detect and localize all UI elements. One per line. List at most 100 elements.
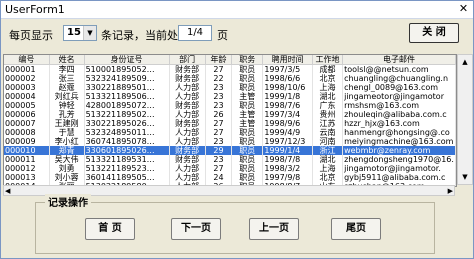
prev-page-button[interactable]: 上一页 [249,218,299,240]
table-cell: 330221895026… [84,119,170,128]
table-cell: 27 [205,64,233,74]
table-cell: 1997/12/3 [262,137,314,146]
close-button[interactable]: 关 闭 [409,23,459,43]
table-cell: 贵州 [312,110,344,119]
table-row[interactable]: 000012 刘勇 513221189523… 人力部 27 职员 1998/3/2 上海 ji… [4,164,456,173]
table-cell: 23 [205,92,233,101]
table-cell: 广东 [312,101,344,110]
table-cell: hanmengr@hongsing@.co [342,128,456,137]
employee-list[interactable]: 编号 姓名 身份证号 部门 年龄 职务 聘用时间 工作地 电子邮件 000001 李四 510001… [3,54,457,187]
page-suffix-label: 页 [217,29,228,42]
table-cell: zhengdongsheng1970@16. [342,155,456,164]
table-row[interactable]: 000013 刘小蓉 360141189505… 人力部 24 职员 1997/9/8 北京 g… [4,173,456,182]
table-cell: 河南 [312,137,344,146]
scroll-up-icon[interactable]: ▲ [459,56,471,68]
table-cell: 张三 [49,74,85,83]
table-cell: gybj5911@alibaba.com.c [342,173,456,182]
table-cell: 财务部 [169,64,206,74]
table-cell: 27 [205,164,233,173]
table-cell: 1997/3/5 [262,64,314,74]
window-title: UserForm1 [5,3,65,16]
window-close-icon[interactable]: ✕ [456,2,471,16]
table-cell: 532324189509… [84,74,170,83]
table-cell: 人力部 [169,110,206,119]
column-header[interactable]: 聘用时间 [262,55,314,65]
table-cell: 1998/7/6 [262,101,314,110]
next-page-button[interactable]: 下一页 [171,218,221,240]
table-row[interactable]: 000005 钟轻 428001895072… 财务部 23 职员 1998/7/6 广东 rm… [4,101,456,110]
table-cell: 000001 [4,64,50,74]
table-row[interactable]: 000004 刘红兵 513321189506… 人力部 23 主管 1999/1/8 湖北 j… [4,92,456,101]
column-header[interactable]: 部门 [169,55,206,65]
column-header[interactable]: 工作地 [312,55,344,65]
table-cell: 钟轻 [49,101,85,110]
table-cell: 李小红 [49,137,85,146]
table-cell: 000004 [4,92,50,101]
table-cell: 职员 [231,64,264,74]
table-cell: 职员 [231,164,264,173]
table-cell: 1998/7/8 [262,155,314,164]
table-cell: toolsl@@netsun.com [342,64,456,74]
table-cell: 1998/10/6 [262,83,314,92]
table-cell: 孔芳 [49,110,85,119]
per-page-label: 每页显示 [9,29,53,42]
table-cell: 510001895052… [84,64,170,74]
table-row[interactable]: 000001 李四 510001895052… 财务部 27 职员 1997/3/5 成都 to… [4,64,456,74]
table-cell: 财务部 [169,101,206,110]
table-cell: 主管 [231,92,264,101]
table-cell: 1998/3/2 [262,164,314,173]
scroll-down-icon[interactable]: ▼ [459,171,471,183]
record-ops-label: 记录操作 [45,194,91,209]
table-cell: 刘红兵 [49,92,85,101]
userform-window: UserForm1 ✕ 每页显示 15 ▼ 条记录，当前处于第 1/4 页 关 … [0,0,474,259]
table-cell: 000013 [4,173,50,182]
column-header[interactable]: 身份证号 [84,55,170,65]
table-cell: 职员 [231,155,264,164]
current-page-field[interactable]: 1/4 [178,25,212,41]
per-page-combo[interactable]: 15 ▼ [63,25,97,41]
table-row[interactable]: 000011 吴大伟 513321189531… 财务部 23 职员 1998/7/8 湖北 z… [4,155,456,164]
table-cell: 人力部 [169,173,206,182]
table-cell: 吴大伟 [49,155,85,164]
table-cell: 职员 [231,74,264,83]
table-cell: 000011 [4,155,50,164]
table-row[interactable]: 000003 赵蔻 330221889501… 人力部 23 职员 1998/10/6 上海 c… [4,83,456,92]
table-row[interactable]: 000008 于慧 532324895011… 人力部 27 职员 1999/4/9 云南 ha… [4,128,456,137]
column-header[interactable]: 年龄 [205,55,233,65]
table-cell: 000012 [4,164,50,173]
last-page-button[interactable]: 尾页 [331,218,381,240]
table-cell: hzzr_hjx@163.com [342,119,456,128]
table-cell: 22 [205,74,233,83]
table-cell: 330601895026… [84,146,170,155]
table-cell: 330221889501… [84,83,170,92]
scroll-right-icon[interactable]: ▶ [448,186,453,196]
table-row[interactable]: 000007 王建刚 330221895026… 财务部 27 主管 1998/9/6 江苏 h… [4,119,456,128]
column-header[interactable]: 职务 [231,55,264,65]
table-cell: 职员 [231,173,264,182]
table-cell: meiyingmachine@163.com [342,137,456,146]
table-cell: 1999/1/4 [262,146,314,155]
table-cell: 北京 [312,173,344,182]
table-row[interactable]: 000002 张三 532324189509… 财务部 22 职员 1998/6/6 北京 ch… [4,74,456,83]
table-cell: 江苏 [312,119,344,128]
column-header[interactable]: 姓名 [49,55,85,65]
table-row[interactable]: 000010 郑青 330601895026… 财务部 29 职员 1999/1/4 浙江 we… [4,146,456,155]
first-page-button[interactable]: 首 页 [85,218,135,240]
per-page-value: 15 [67,27,81,38]
table-cell: 主管 [231,110,264,119]
table-cell: 000008 [4,128,50,137]
table-row[interactable]: 000009 李小红 360741895078… 人力部 23 职员 1997/12/3 河南… [4,137,456,146]
table-cell: 000002 [4,74,50,83]
column-header[interactable]: 编号 [4,55,50,65]
table-cell: 人力部 [169,128,206,137]
column-header[interactable]: 电子邮件 [342,55,456,65]
table-cell: webmbr@zenray.com [342,146,456,155]
chevron-down-icon[interactable]: ▼ [83,26,96,40]
scroll-left-icon[interactable]: ◀ [5,186,10,196]
table-cell: rmshsm@163.com [342,101,456,110]
table-cell: 财务部 [169,119,206,128]
vertical-scrollbar[interactable]: ▲ ▼ [457,54,473,185]
table-cell: 27 [205,119,233,128]
table-cell: 360741895078… [84,137,170,146]
table-row[interactable]: 000006 孔芳 513221189502… 人力部 26 主管 1997/3/4 贵州 zh… [4,110,456,119]
